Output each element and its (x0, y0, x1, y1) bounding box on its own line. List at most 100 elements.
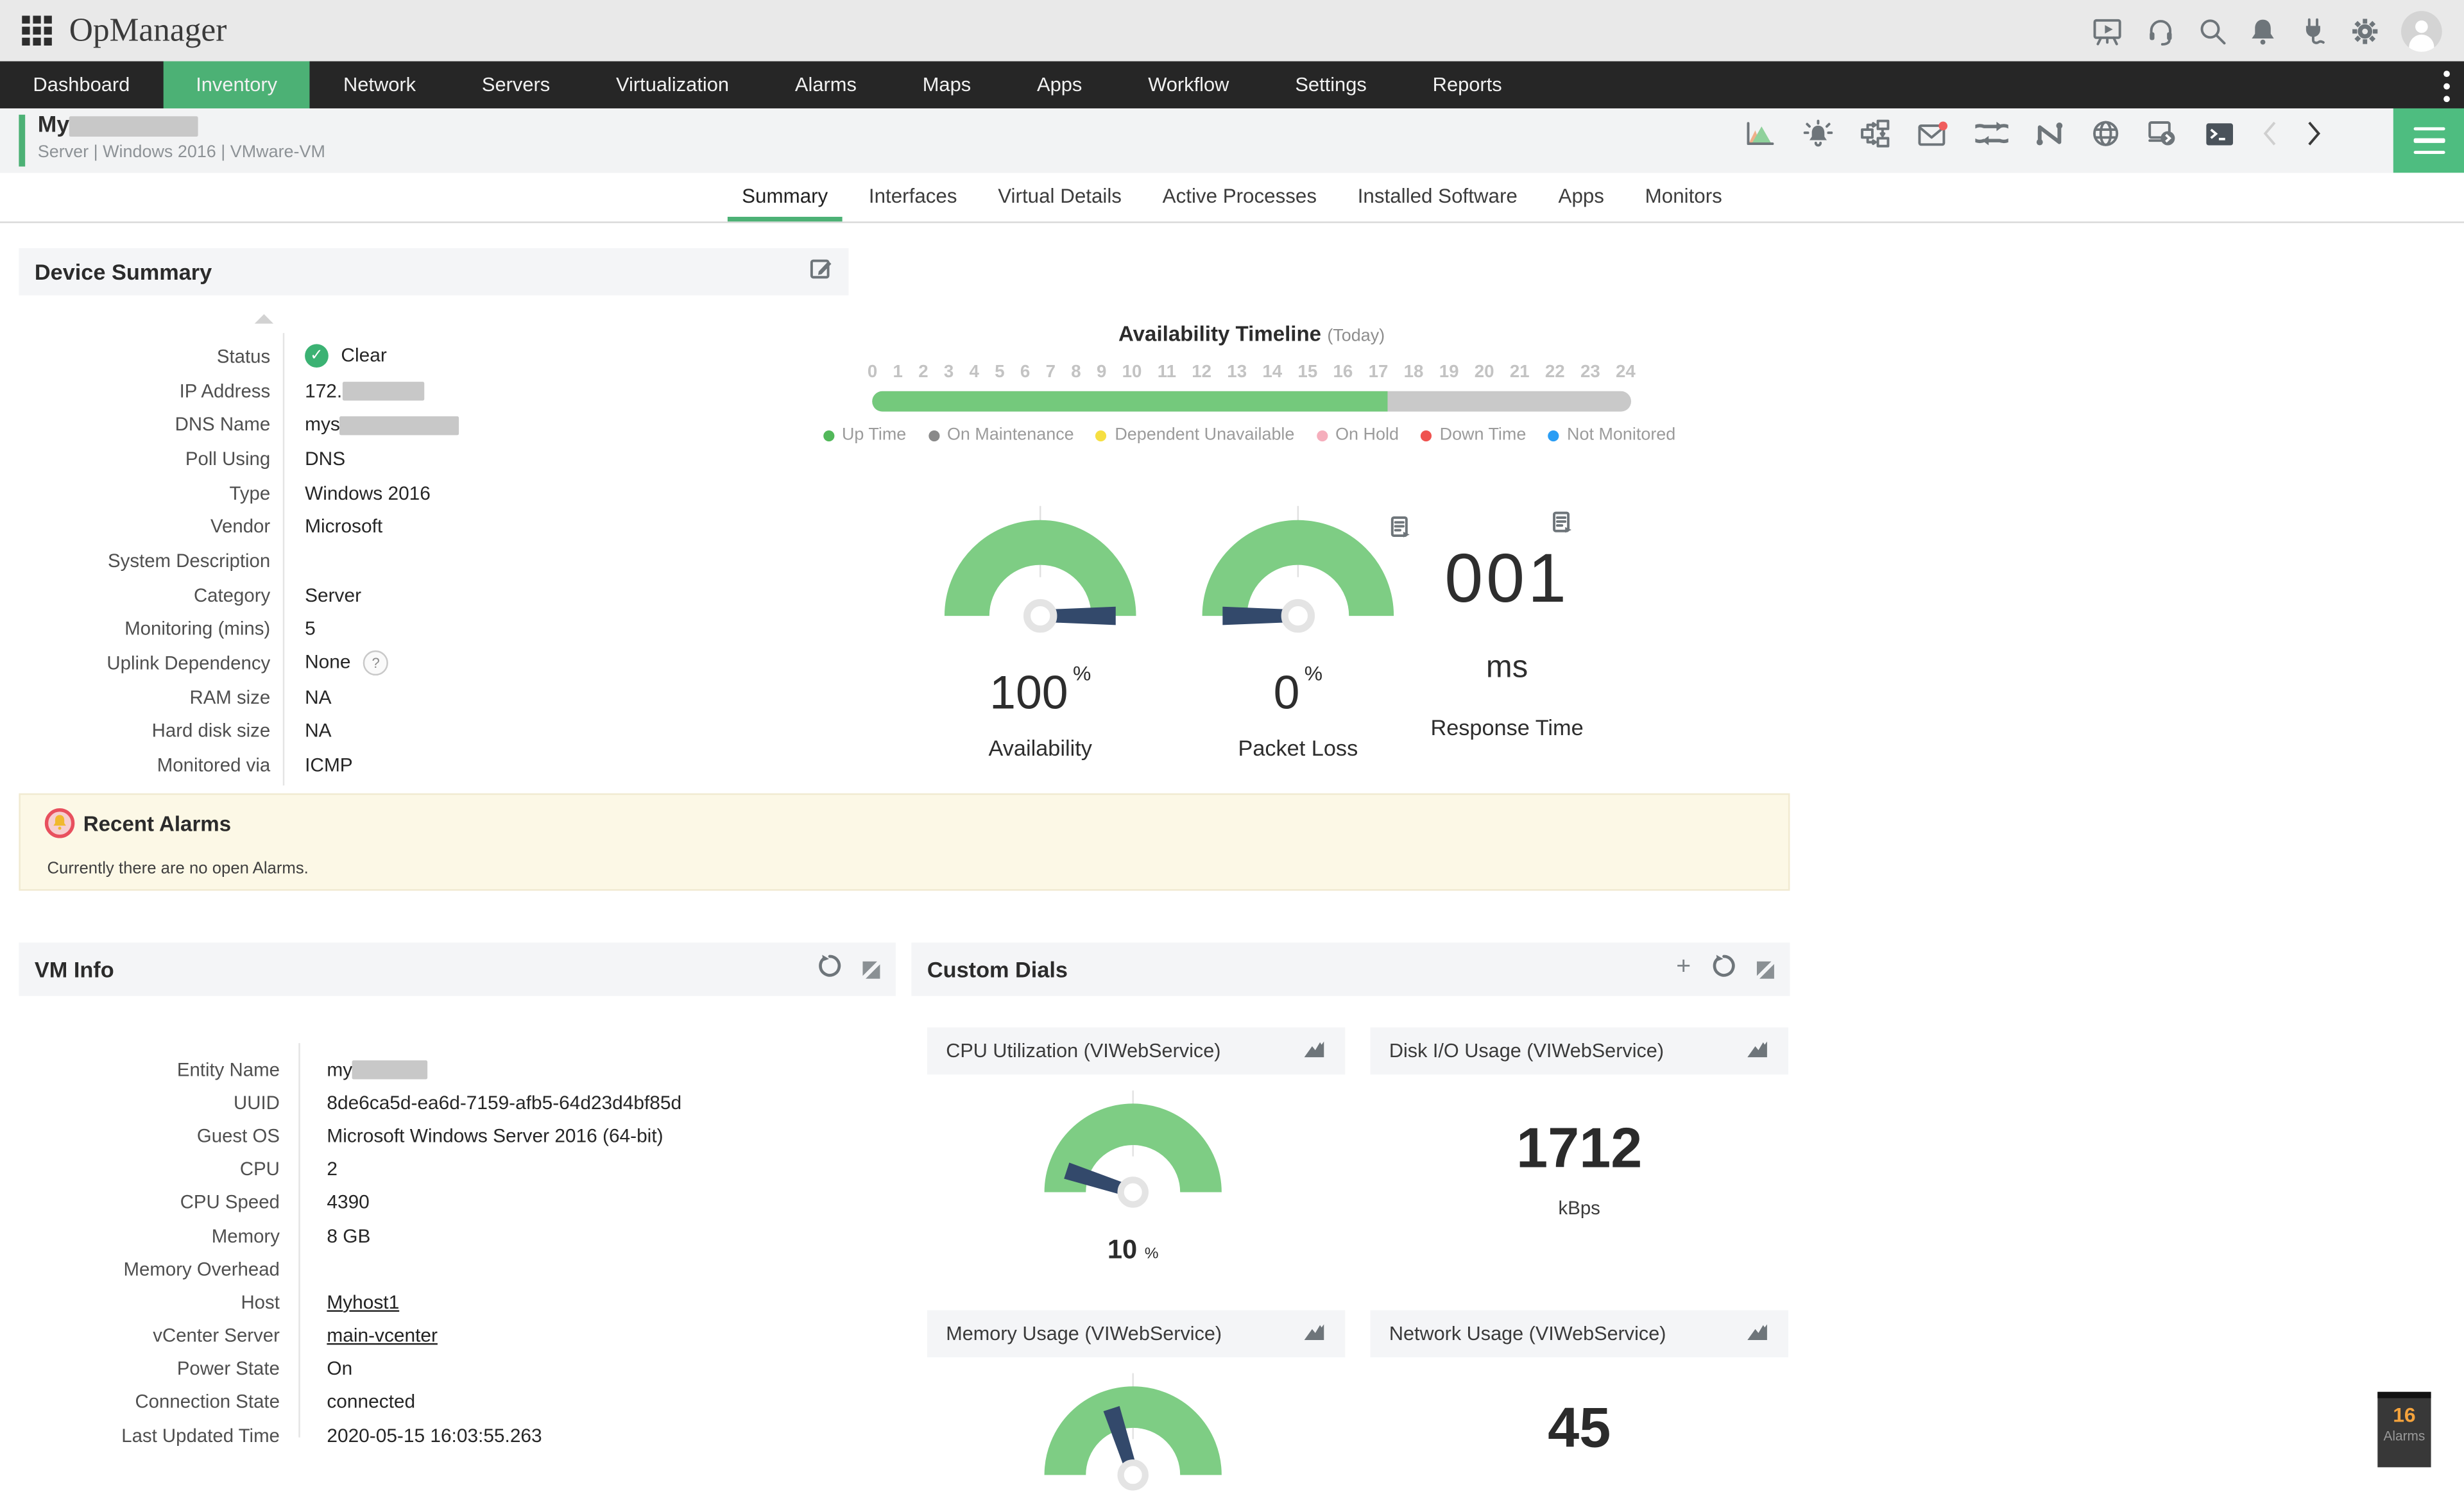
scroll-right-chevron-icon[interactable] (2306, 119, 2323, 148)
chart-mini-icon[interactable] (1303, 1321, 1326, 1346)
field-row-monitoring: Monitoring (mins) 5 (124, 618, 316, 640)
mail-icon[interactable] (1917, 120, 1949, 147)
hour-tick: 6 (1020, 362, 1031, 382)
browse-globe-icon[interactable] (2092, 119, 2120, 148)
tab-interfaces[interactable]: Interfaces (855, 173, 971, 221)
host-link[interactable]: Myhost1 (327, 1291, 399, 1313)
hour-tick: 8 (1071, 362, 1081, 382)
alarm-badge-icon (44, 808, 76, 847)
response-time-label: Response Time (1430, 715, 1584, 740)
report-icon[interactable] (1389, 515, 1411, 545)
refresh-icon[interactable] (817, 953, 842, 985)
tab-monitors[interactable]: Monitors (1631, 173, 1736, 221)
support-headset-icon[interactable] (2145, 15, 2177, 46)
field-row-vcenter: vCenter Server main-vcenter (153, 1324, 438, 1347)
expand-icon[interactable] (1756, 960, 1774, 978)
timeline-hours: 0 1 2 3 4 5 6 7 8 9 10 11 12 13 14 15 16 17 18 19 20 21 22 23 24 (868, 363, 1636, 382)
field-row-guestos: Guest OS Microsoft Windows Server 2016 (6… (196, 1125, 663, 1147)
field-row-memory: Memory 8 GB (211, 1225, 371, 1247)
scroll-left-chevron-icon[interactable] (2261, 119, 2279, 148)
nav-dashboard[interactable]: Dashboard (0, 62, 163, 108)
hour-tick: 20 (1474, 362, 1494, 382)
edit-icon[interactable] (809, 256, 833, 287)
hour-tick: 22 (1544, 362, 1565, 382)
settings-gear-icon[interactable] (2349, 15, 2381, 46)
remote-control-icon[interactable] (2146, 119, 2178, 148)
tab-summary[interactable]: Summary (728, 173, 843, 222)
hour-tick: 11 (1157, 362, 1176, 382)
nav-overflow-kebab-icon[interactable] (2442, 71, 2452, 103)
training-video-icon[interactable] (2090, 15, 2125, 46)
vcenter-link[interactable]: main-vcenter (327, 1325, 438, 1346)
add-dial-icon[interactable]: + (1676, 955, 1691, 980)
nav-settings[interactable]: Settings (1262, 62, 1399, 108)
search-icon[interactable] (2197, 15, 2229, 46)
disk-io-value: 1712 (1516, 1115, 1643, 1180)
legend-item: Down Time (1421, 426, 1526, 445)
legend-dot-icon (1548, 429, 1559, 441)
hour-tick: 18 (1403, 362, 1424, 382)
expand-icon[interactable] (862, 960, 880, 978)
workflow-icon[interactable] (1861, 119, 1891, 148)
hour-tick: 19 (1439, 362, 1459, 382)
device-menu-hamburger[interactable] (2393, 108, 2464, 173)
hour-tick: 3 (943, 362, 954, 382)
tab-apps[interactable]: Apps (1544, 173, 1619, 221)
hour-tick: 21 (1509, 362, 1530, 382)
legend-item: On Hold (1316, 426, 1399, 445)
integrations-plug-icon[interactable] (2297, 15, 2329, 46)
nav-alarms[interactable]: Alarms (762, 62, 889, 108)
nav-workflow[interactable]: Workflow (1115, 62, 1262, 108)
refresh-icon[interactable] (1711, 953, 1736, 985)
field-row-ram: RAM size NA (189, 686, 332, 708)
hour-tick: 16 (1333, 362, 1353, 382)
vm-info-body: Entity Name my UUID 8de6ca5d-ea6d-7159-afb… (19, 996, 896, 1447)
nav-servers[interactable]: Servers (449, 62, 583, 108)
field-row-cpu: CPU 2 (239, 1158, 338, 1180)
network-path-icon[interactable] (2035, 121, 2065, 146)
tab-virtual-details[interactable]: Virtual Details (984, 173, 1136, 221)
disk-dial-header: Disk I/O Usage (VIWebService) (1370, 1027, 1788, 1075)
opmanager-app: OpManager Dashboard Inventory Network Se… (0, 0, 2464, 1491)
collapse-arrow-icon[interactable] (254, 314, 274, 324)
help-icon[interactable]: ? (363, 650, 389, 676)
memory-usage-gauge (1044, 1373, 1222, 1491)
vm-info-header: VM Info (19, 942, 896, 996)
rediscover-loop-icon[interactable] (1975, 121, 2008, 146)
nav-network[interactable]: Network (311, 62, 449, 108)
legend-dot-icon (928, 429, 939, 441)
terminal-icon[interactable] (2205, 120, 2235, 147)
field-row-uplink: Uplink Dependency None? (19, 646, 848, 680)
user-avatar[interactable] (2401, 10, 2442, 51)
custom-dials-title: Custom Dials (927, 956, 1068, 982)
nav-virtualization[interactable]: Virtualization (583, 62, 762, 108)
hour-tick: 5 (995, 362, 1005, 382)
nav-reports[interactable]: Reports (1399, 62, 1535, 108)
app-grid-icon[interactable] (22, 15, 52, 46)
field-row-host: Host Myhost1 (241, 1291, 400, 1314)
tab-installed-software[interactable]: Installed Software (1344, 173, 1532, 221)
nav-inventory[interactable]: Inventory (162, 61, 311, 108)
availability-timeline-bar[interactable] (872, 391, 1632, 412)
hour-tick: 17 (1368, 362, 1389, 382)
disk-io-unit: kBps (1558, 1197, 1600, 1219)
performance-chart-icon[interactable] (1746, 120, 1776, 147)
hour-tick: 13 (1227, 362, 1247, 382)
availability-gauge (944, 505, 1136, 633)
device-summary-body: Status ✓ Clear IP Address 172. DNS Name mys … (19, 295, 848, 798)
nav-apps[interactable]: Apps (1004, 62, 1115, 108)
chart-mini-icon[interactable] (1303, 1039, 1326, 1064)
main-nav: Dashboard Inventory Network Servers Virt… (0, 61, 2464, 108)
alarm-count-badge[interactable]: 16 Alarms (2377, 1391, 2431, 1468)
timeline-legend: Up Time On Maintenance Dependent Unavailab… (629, 426, 1870, 445)
alarm-bell-icon[interactable] (1802, 119, 1834, 148)
field-row-updated: Last Updated Time 2020-05-15 16:03:55.263 (121, 1424, 542, 1447)
tab-active-processes[interactable]: Active Processes (1149, 173, 1331, 221)
report-icon[interactable] (1551, 511, 1573, 541)
legend-dot-icon (1421, 429, 1432, 441)
nav-maps[interactable]: Maps (889, 62, 1004, 108)
packet-loss-gauge (1202, 505, 1394, 633)
chart-mini-icon[interactable] (1746, 1039, 1770, 1064)
chart-mini-icon[interactable] (1746, 1321, 1770, 1346)
notifications-bell-icon[interactable] (2248, 15, 2277, 46)
